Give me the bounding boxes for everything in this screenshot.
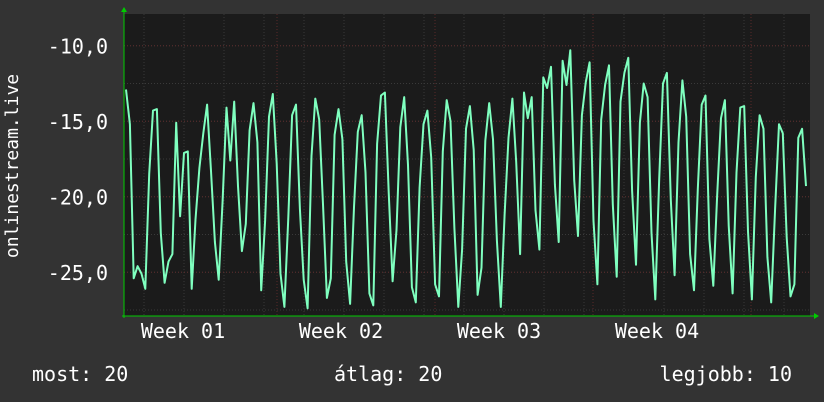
current-value: most: 20 (32, 362, 129, 386)
x-tick-label: Week 03 (457, 319, 541, 343)
x-tick-labels: Week 01 Week 02 Week 03 Week 04 (141, 319, 699, 343)
y-axis-arrow (121, 7, 127, 12)
y-tick-label: -20,0 (48, 186, 108, 210)
y-tick-label: -15,0 (48, 110, 108, 134)
y-axis-label: onlinestream.live (2, 74, 23, 258)
line-chart: -10,0-15,0-20,0-25,0 Week 01 Week 02 Week … (2, 7, 819, 343)
x-axis-arrow (814, 313, 819, 319)
best-value: legjobb: 10 (659, 362, 792, 386)
y-tick-labels: -10,0 -15,0 -20,0 -25,0 (48, 35, 108, 285)
x-tick-label: Week 04 (615, 319, 699, 343)
x-tick-label: Week 01 (141, 319, 225, 343)
x-tick-label: Week 02 (299, 319, 383, 343)
y-tick-label: -25,0 (48, 261, 108, 285)
average-value: átlag: 20 (334, 362, 443, 386)
y-tick-label: -10,0 (48, 35, 108, 59)
